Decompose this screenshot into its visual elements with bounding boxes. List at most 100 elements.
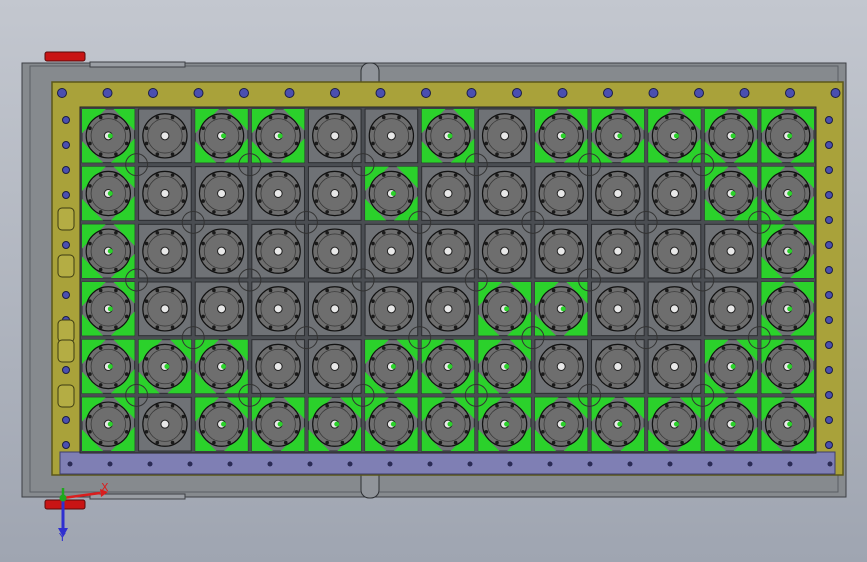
puck-indicator [787,364,793,369]
side-fitting [57,207,75,231]
puck-screw [551,383,556,387]
tray-cell [138,281,192,337]
puck-screw [484,141,489,146]
bolt-top [421,88,431,98]
bolt-bottom [587,461,593,467]
puck-screw [371,184,375,188]
puck-screw [397,288,401,293]
puck-screw [257,299,262,304]
puck-screw [227,383,231,387]
puck-screw [371,372,375,376]
puck-screw [597,126,602,131]
puck-screw [155,152,160,157]
puck-screw [608,346,613,350]
puck-screw [238,256,242,261]
puck-center [273,304,283,314]
puck-screw [608,325,613,330]
tray-cell [704,223,758,279]
puck-screw [736,152,741,157]
puck-screw [521,299,525,304]
puck-screw [551,173,556,177]
tray-assembly[interactable] [21,51,847,510]
puck-screw [371,199,375,203]
puck-screw [680,403,684,408]
puck-center [669,362,679,371]
tray-cell [421,223,475,279]
puck-screw [710,184,715,188]
puck-indicator [277,133,283,139]
puck-screw [691,299,695,304]
tray-cell [421,281,475,337]
puck-screw [665,115,669,120]
puck-screw [495,173,499,177]
tray-cell [534,396,589,452]
puck-screw [767,299,772,304]
puck-indicator [164,364,170,369]
puck-screw [680,325,684,330]
puck-screw [438,440,443,445]
puck-indicator [107,364,113,369]
puck-indicator [673,421,679,427]
puck-screw [577,199,582,203]
puck-screw [464,256,469,261]
puck-screw [181,299,186,304]
puck-screw [294,141,299,146]
puck-screw [710,299,715,304]
bolt-left [62,166,70,174]
puck-screw [88,241,92,246]
puck-screw [181,414,186,419]
side-fitting [57,319,75,343]
puck-indicator [447,421,453,427]
puck-screw [577,184,582,188]
puck-screw [114,325,118,330]
puck-indicator [221,421,227,427]
puck-screw [351,241,355,246]
puck-screw [397,230,401,235]
puck-screw [510,173,515,177]
puck-screw [721,152,726,157]
bolt-top [830,88,841,98]
puck-screw [381,152,386,157]
puck-screw [654,256,658,261]
puck-screw [793,403,798,408]
tray-cell [647,281,702,337]
puck-screw [144,357,149,361]
puck-screw [314,299,319,304]
bolt-bottom [227,461,233,467]
puck-screw [710,372,715,376]
puck-screw [427,429,432,434]
puck-screw [427,126,432,131]
puck-screw [238,429,242,434]
puck-screw [438,210,443,214]
puck-screw [114,267,118,272]
tray-cell [251,281,305,337]
puck-screw [294,429,299,434]
puck-screw [464,372,469,376]
puck-screw [665,346,669,350]
puck-indicator [560,421,566,427]
puck-screw [155,383,160,387]
puck-screw [144,141,149,146]
bolt-bottom [347,461,353,467]
puck-center [500,189,510,198]
puck-screw [541,357,545,361]
puck-center [726,246,736,256]
tray-cell [704,166,758,221]
puck-screw [381,230,386,235]
puck-screw [124,429,129,434]
puck-screw [691,429,695,434]
bolt-top [284,88,295,98]
bolt-top [785,88,795,98]
puck-screw [710,199,715,203]
tray-cell [307,396,362,452]
puck-screw [778,288,782,293]
puck-screw [314,429,319,434]
puck-screw [634,299,639,304]
puck-screw [314,199,319,203]
puck-screw [88,141,92,146]
puck-center [160,189,170,198]
puck-center [613,246,623,256]
cad-viewport[interactable]: X Y [0,0,867,562]
puck-screw [438,152,443,157]
bolt-bottom [267,461,273,467]
